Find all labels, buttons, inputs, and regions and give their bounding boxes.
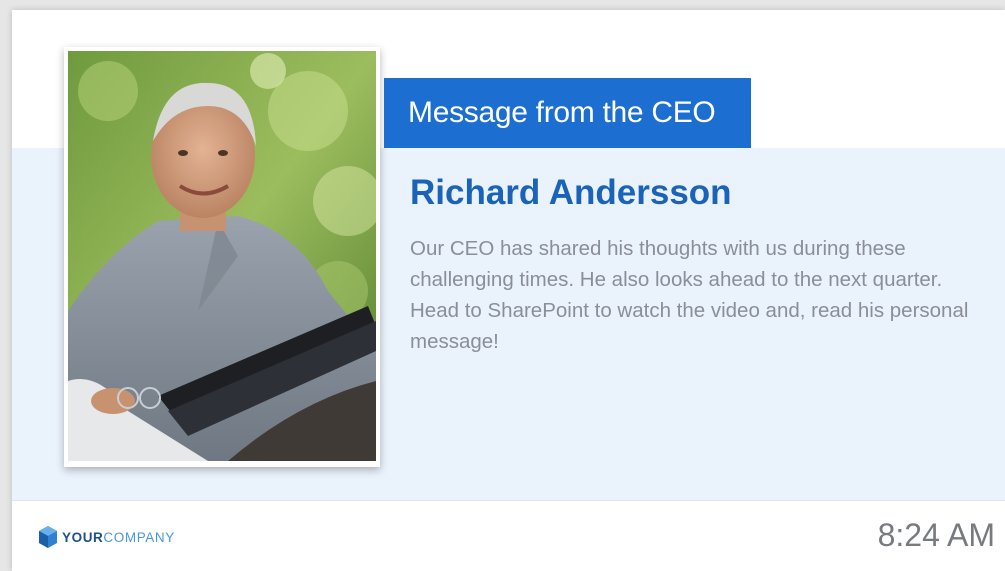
ceo-name: Richard Andersson (410, 173, 732, 212)
announcement-title: Message from the CEO (408, 96, 716, 129)
ceo-photo (68, 51, 376, 461)
company-name-light: COMPANY (103, 529, 175, 545)
title-banner: Message from the CEO (384, 78, 751, 148)
company-name: YOURCOMPANY (62, 530, 175, 545)
clock-time: 8:24 AM (877, 517, 995, 553)
ceo-photo-card (64, 47, 380, 467)
signage-screen: Message from the CEO Richard Andersson O… (12, 10, 1005, 571)
company-logo: YOURCOMPANY (39, 526, 175, 548)
announcement-body: Our CEO has shared his thoughts with us … (410, 237, 969, 353)
company-name-bold: YOUR (62, 529, 104, 545)
company-logo-icon (39, 526, 57, 548)
